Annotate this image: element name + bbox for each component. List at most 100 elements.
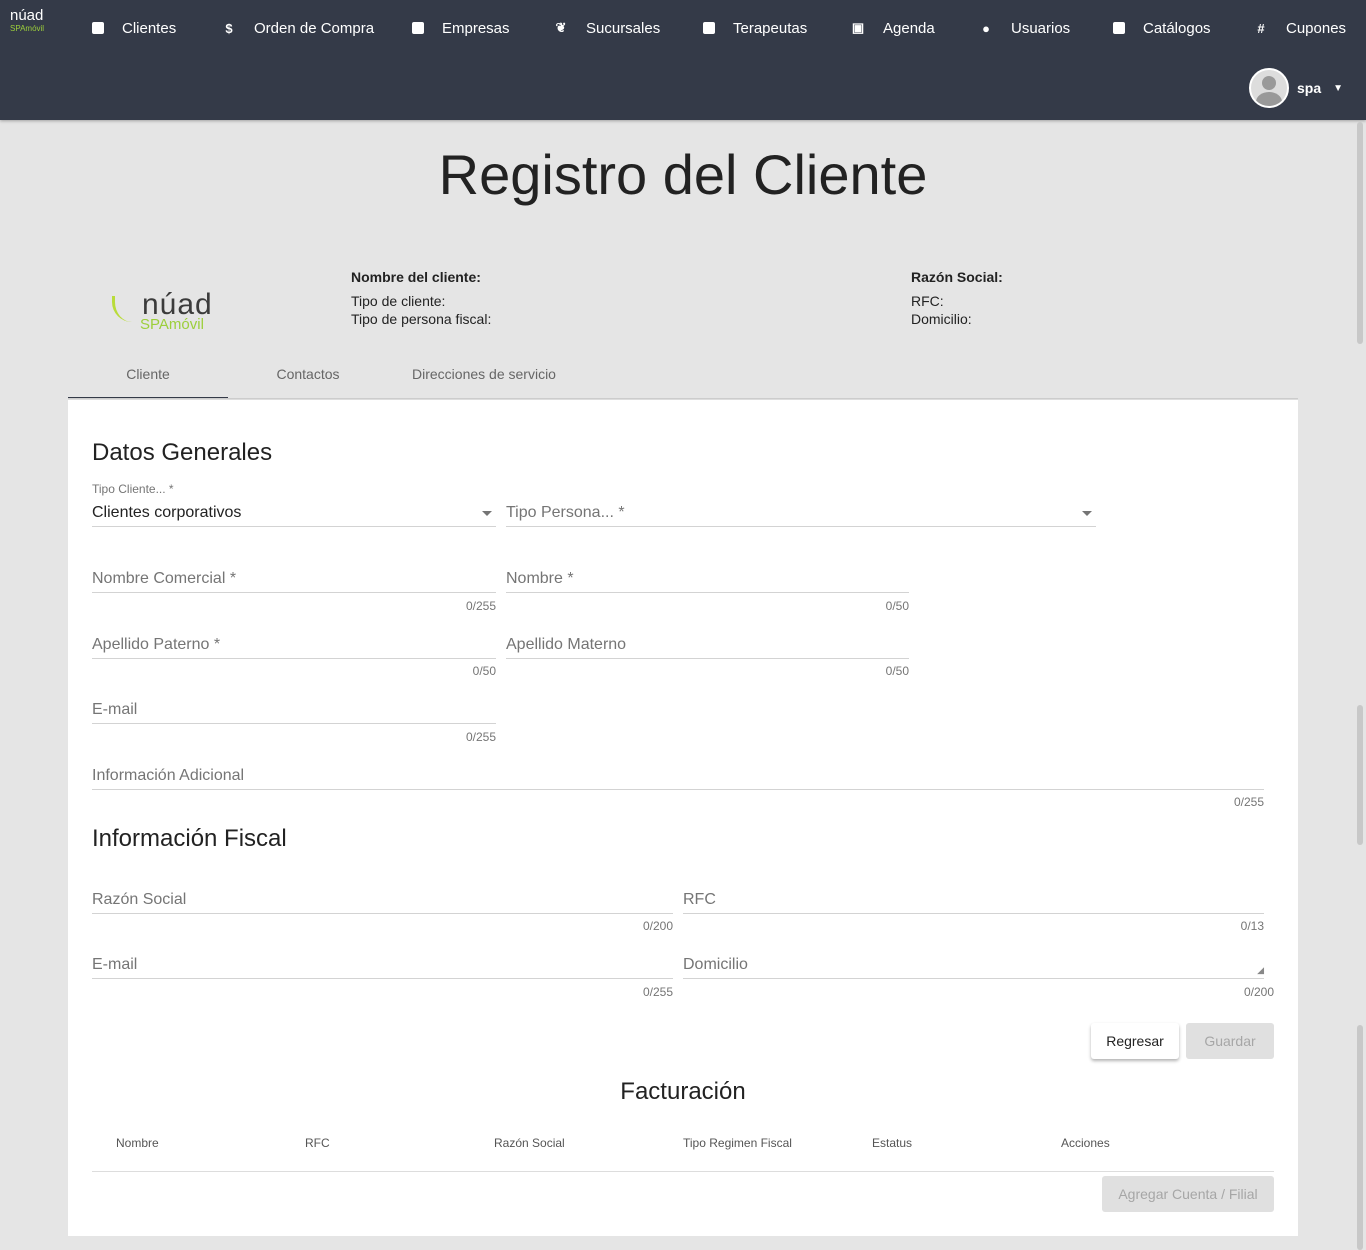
regresar-button[interactable]: Regresar <box>1091 1023 1179 1059</box>
char-counter: 0/50 <box>885 664 909 678</box>
rfc-input[interactable]: RFC <box>683 890 1264 914</box>
nav-clientes[interactable]: Clientes <box>92 18 176 38</box>
nav-usuarios[interactable]: ● Usuarios <box>979 18 1070 38</box>
tipo-cliente-label: Tipo Cliente... * <box>92 482 174 496</box>
spa-icon: ❦ <box>555 20 567 35</box>
hash-icon: # <box>1257 20 1265 36</box>
dropdown-arrow-icon <box>1082 511 1092 516</box>
section-title-facturacion: Facturación <box>620 1078 746 1105</box>
column-header: RFC <box>305 1136 330 1150</box>
email-input[interactable]: E-mail <box>92 700 496 724</box>
apellido-materno-input[interactable]: Apellido Materno <box>506 635 909 659</box>
char-counter: 0/255 <box>465 730 496 744</box>
char-counter: 0/255 <box>1233 795 1264 809</box>
fiscal-person-type-label: Tipo de persona fiscal: <box>351 311 492 327</box>
person-icon: ● <box>982 20 990 36</box>
client-type-label: Tipo de cliente: <box>351 293 446 309</box>
nav-label: Cupones <box>1286 19 1347 37</box>
nav-label: Agenda <box>883 19 935 37</box>
nav-agenda[interactable]: ▣ Agenda <box>851 18 935 38</box>
field-label: Apellido Materno <box>506 636 627 653</box>
nav-label: Sucursales <box>586 19 661 37</box>
field-label: Apellido Paterno * <box>92 636 221 653</box>
top-navbar: núad SPAmóvil Clientes $ Orden de Compra E… <box>0 0 1366 120</box>
scrollbar-thumb[interactable] <box>1357 1025 1363 1250</box>
char-counter: 0/200 <box>1243 985 1274 999</box>
rfc-label: RFC: <box>911 293 944 309</box>
nav-cupones[interactable]: # Cupones <box>1254 18 1346 38</box>
field-label: E-mail <box>92 701 138 718</box>
section-title-general: Datos Generales <box>92 439 273 466</box>
dropdown-arrow-icon <box>482 511 492 516</box>
guardar-button[interactable]: Guardar <box>1186 1023 1274 1059</box>
contact-card-icon <box>703 22 715 34</box>
contact-card-icon <box>92 22 104 34</box>
column-header: Estatus <box>872 1136 913 1150</box>
domicilio-label: Domicilio: <box>911 311 972 327</box>
table-divider <box>92 1171 1274 1172</box>
field-label: RFC <box>683 891 716 908</box>
app-logo[interactable]: núad SPAmóvil <box>10 8 44 35</box>
char-counter: 0/200 <box>642 919 673 933</box>
tab-direcciones[interactable]: Direcciones de servicio <box>388 358 580 399</box>
apellido-paterno-input[interactable]: Apellido Paterno * <box>92 635 496 659</box>
field-label: Nombre Comercial * <box>92 570 237 587</box>
client-summary-left: Nombre del cliente: Tipo de cliente: Tip… <box>351 268 491 328</box>
brand-logo: núad SPAmóvil <box>112 288 213 333</box>
nav-empresas[interactable]: Empresas <box>412 18 510 38</box>
nav-label: Clientes <box>122 19 177 37</box>
nav-label: Orden de Compra <box>254 19 375 37</box>
fiscal-email-input[interactable]: E-mail <box>92 955 673 979</box>
informacion-adicional-input[interactable]: Información Adicional <box>92 766 1264 790</box>
scrollbar-thumb[interactable] <box>1357 122 1363 344</box>
char-counter: 0/255 <box>642 985 673 999</box>
nombre-comercial-input[interactable]: Nombre Comercial * <box>92 569 496 593</box>
column-header: Nombre <box>116 1136 159 1150</box>
nav-sucursales[interactable]: ❦ Sucursales <box>554 18 661 38</box>
field-label: Nombre * <box>506 570 574 587</box>
username: spa <box>1297 80 1322 96</box>
field-label: E-mail <box>92 956 138 973</box>
calendar-icon: ▣ <box>851 20 865 35</box>
nav-terapeutas[interactable]: Terapeutas <box>703 18 807 38</box>
avatar <box>1249 68 1289 108</box>
char-counter: 0/13 <box>1240 919 1264 933</box>
client-name-label: Nombre del cliente: <box>351 269 481 285</box>
razon-social-label: Razón Social: <box>911 269 1003 285</box>
column-header: Tipo Regimen Fiscal <box>683 1136 792 1150</box>
agregar-cuenta-button[interactable]: Agregar Cuenta / Filial <box>1102 1176 1274 1212</box>
tipo-persona-select[interactable]: Tipo Persona... * <box>506 503 1096 527</box>
column-header: Razón Social <box>494 1136 565 1150</box>
nav-catalogos[interactable]: Catálogos <box>1113 18 1211 38</box>
nav-label: Usuarios <box>1011 19 1071 37</box>
char-counter: 0/255 <box>465 599 496 613</box>
tipo-cliente-select[interactable]: Clientes corporativos <box>92 503 496 527</box>
client-summary-right: Razón Social: RFC: Domicilio: <box>911 268 1003 328</box>
section-title-fiscal: Información Fiscal <box>92 825 287 852</box>
resize-handle-icon[interactable]: ◢ <box>1257 965 1264 976</box>
char-counter: 0/50 <box>472 664 496 678</box>
field-label: Clientes corporativos <box>92 504 242 521</box>
column-header: Acciones <box>1061 1136 1110 1150</box>
nav-label: Terapeutas <box>733 19 808 37</box>
nombre-input[interactable]: Nombre * <box>506 569 909 593</box>
dollar-icon: $ <box>225 20 233 36</box>
domicilio-textarea[interactable]: Domicilio ◢ <box>683 955 1264 979</box>
field-label: Razón Social <box>92 891 187 908</box>
tab-cliente[interactable]: Cliente <box>68 358 228 399</box>
nav-label: Empresas <box>442 19 510 37</box>
tab-contactos[interactable]: Contactos <box>228 358 388 399</box>
scrollbar-thumb[interactable] <box>1357 705 1363 845</box>
nav-orden-compra[interactable]: $ Orden de Compra <box>222 18 374 38</box>
field-label: Domicilio <box>683 956 748 973</box>
image-icon <box>1113 22 1125 34</box>
page-title: Registro del Cliente <box>438 143 928 206</box>
razon-social-input[interactable]: Razón Social <box>92 890 673 914</box>
chevron-down-icon: ▼ <box>1333 82 1344 94</box>
user-menu[interactable]: spa ▼ <box>1249 68 1343 108</box>
char-counter: 0/50 <box>885 599 909 613</box>
briefcase-icon <box>412 22 424 34</box>
field-label: Información Adicional <box>92 767 245 784</box>
nav-label: Catálogos <box>1143 19 1211 37</box>
field-label: Tipo Persona... * <box>506 504 625 521</box>
